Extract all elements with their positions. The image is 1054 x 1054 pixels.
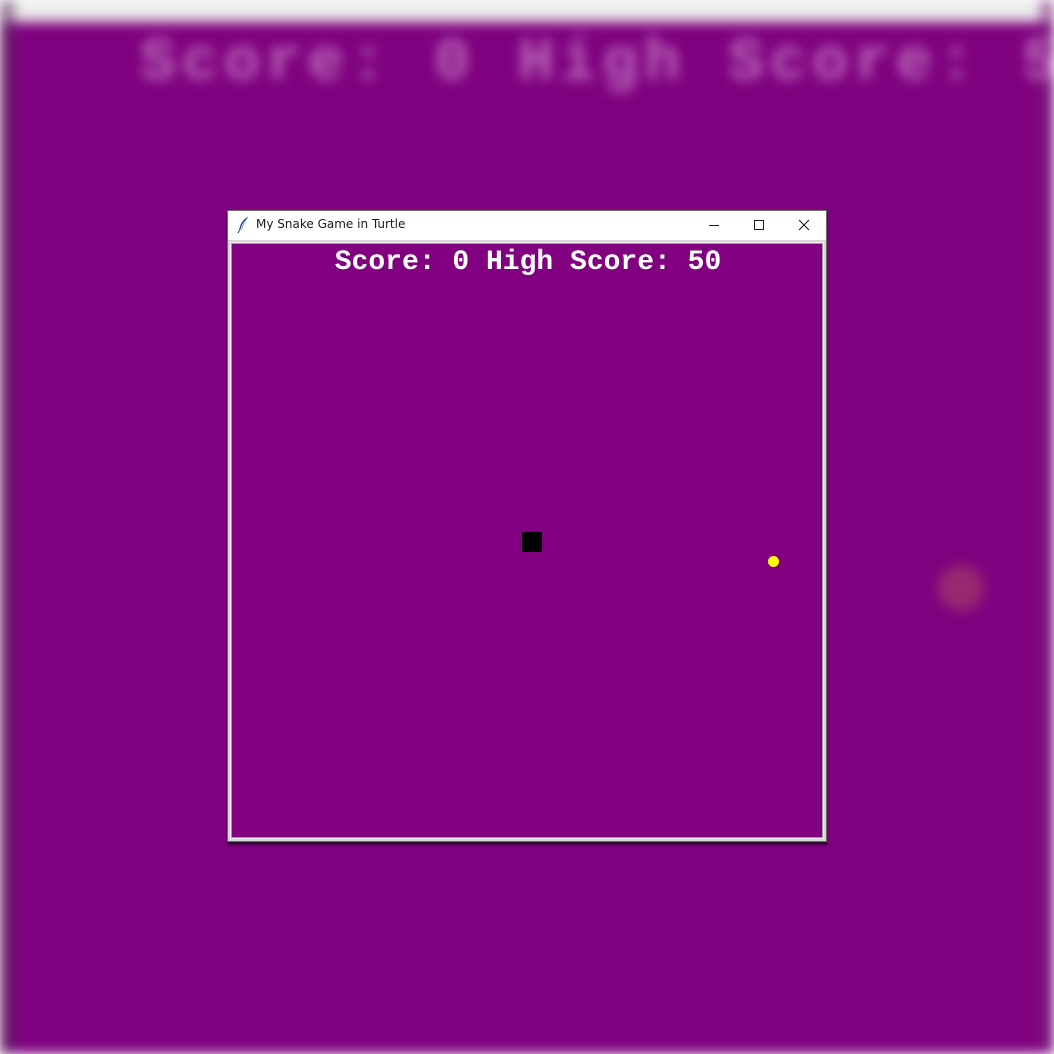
snake-head — [522, 532, 542, 552]
background-right-edge — [1040, 0, 1054, 1054]
score-value: 0 — [452, 247, 470, 278]
background-left-edge — [0, 0, 14, 1054]
background-top-strip — [0, 0, 1054, 22]
game-window: My Snake Game in Turtle Score: 0 High Sc… — [227, 210, 827, 842]
feather-icon — [236, 216, 250, 234]
close-button[interactable] — [781, 211, 826, 240]
background-score-text: Score: 0 High Score: 50 — [140, 30, 1054, 98]
game-canvas[interactable]: Score: 0 High Score: 50 — [231, 243, 823, 838]
title-bar[interactable]: My Snake Game in Turtle — [228, 211, 826, 240]
minimize-icon — [708, 216, 720, 235]
score-label: Score: — [334, 247, 436, 278]
maximize-button[interactable] — [736, 211, 781, 240]
high-score-value: 50 — [687, 247, 722, 278]
background-food-blur — [938, 565, 984, 611]
maximize-icon — [753, 216, 765, 235]
window-title: My Snake Game in Turtle — [256, 217, 406, 231]
food-pellet — [768, 556, 779, 567]
high-score-label: High Score: — [486, 247, 671, 278]
canvas-frame: Score: 0 High Score: 50 — [228, 240, 826, 841]
score-display: Score: 0 High Score: 50 — [232, 246, 822, 280]
minimize-button[interactable] — [691, 211, 736, 240]
close-icon — [798, 216, 810, 235]
